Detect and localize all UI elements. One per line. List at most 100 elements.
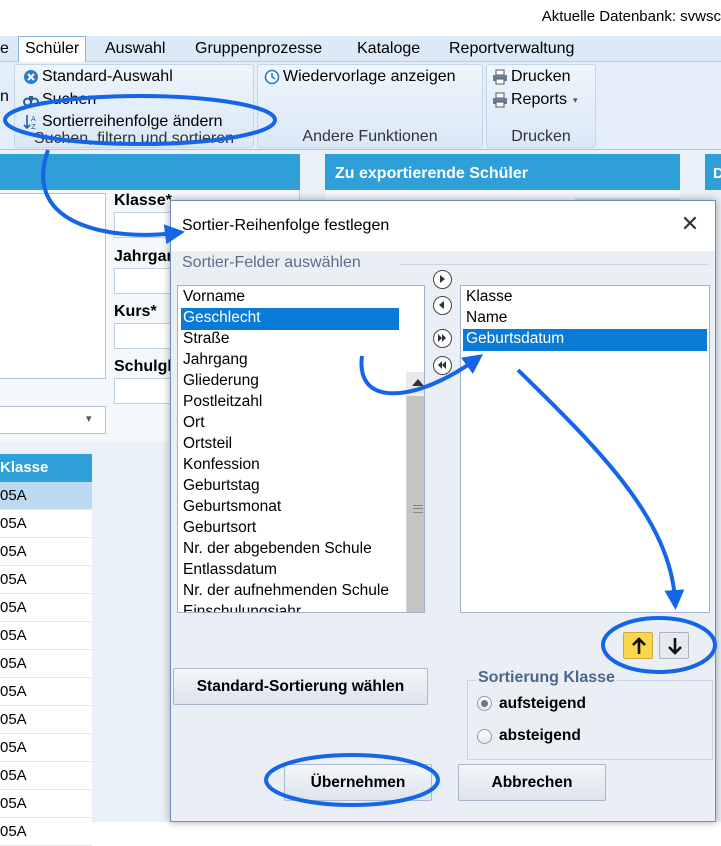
list-item[interactable]: Nr. der aufnehmenden Schule — [181, 581, 391, 602]
list-item[interactable]: Einschulungsjahr — [181, 602, 303, 612]
menu-item-auswahl[interactable]: Auswahl — [105, 40, 165, 58]
menu-item-partial[interactable]: e — [0, 40, 9, 58]
reports-button[interactable]: Reports ▾ — [492, 91, 578, 109]
list-item[interactable]: Konfession — [181, 455, 262, 476]
ribbon-left-edge-text: n — [0, 88, 9, 105]
printer-icon — [492, 69, 508, 85]
standard-auswahl-button[interactable]: Standard-Auswahl — [23, 68, 173, 86]
suchen-button[interactable]: Suchen — [23, 91, 96, 109]
list-item[interactable]: Ort — [181, 413, 207, 434]
apply-button[interactable]: Übernehmen — [284, 764, 432, 801]
remove-field-button[interactable] — [433, 296, 452, 315]
list-item[interactable]: Postleitzahl — [181, 392, 264, 413]
list-item[interactable]: Straße — [181, 329, 232, 350]
add-all-fields-button[interactable] — [433, 329, 452, 348]
list-item[interactable]: Geburtsdatum — [464, 329, 566, 350]
arrow-right-icon — [440, 275, 445, 283]
export-panel-title: Zu exportierende Schüler — [335, 165, 528, 182]
list-item[interactable]: Nr. der abgebenden Schule — [181, 539, 374, 560]
table-row[interactable]: 05A — [0, 706, 92, 734]
drucken-button[interactable]: Drucken — [492, 68, 571, 86]
list-item[interactable]: Entlassdatum — [181, 560, 279, 581]
table-row[interactable]: 05A — [0, 762, 92, 790]
table-row[interactable]: 05A — [0, 678, 92, 706]
field-klasse[interactable] — [114, 212, 174, 238]
dialog-title-bar: Sortier-Reihenfolge festlegen ✕ — [171, 201, 715, 251]
table-row[interactable]: 05A — [0, 650, 92, 678]
available-fields-list[interactable]: Vorname Geschlecht Straße Jahrgang Gliederun… — [177, 285, 425, 613]
move-down-button[interactable] — [659, 632, 689, 659]
background-list-box[interactable] — [0, 193, 106, 379]
dropdown-arrow-icon: ▾ — [573, 94, 578, 105]
field-jahrgang[interactable] — [114, 268, 174, 294]
printer-icon — [492, 92, 508, 108]
menu-item-reportverwaltung[interactable]: Reportverwaltung — [449, 40, 574, 58]
list-item[interactable]: Jahrgang — [181, 350, 250, 371]
menu-item-kataloge[interactable]: Kataloge — [357, 40, 420, 58]
list-item[interactable]: Vorname — [181, 287, 247, 308]
right-panel-title: D — [713, 165, 721, 182]
radio-ascending[interactable] — [477, 696, 492, 711]
table-row[interactable]: 05A — [0, 734, 92, 762]
standard-sort-button[interactable]: Standard-Sortierung wählen — [173, 668, 428, 705]
list-item[interactable]: Geburtsmonat — [181, 497, 283, 518]
menu-item-schueler[interactable]: Schüler — [18, 36, 87, 63]
list-item[interactable]: Name — [464, 308, 509, 329]
binoculars-icon — [23, 92, 39, 108]
chevron-down-icon: ▾ — [86, 413, 92, 425]
table-row[interactable]: 05A — [0, 594, 92, 622]
label-kurs: Kurs* — [114, 303, 157, 320]
list-item[interactable]: Ortsteil — [181, 434, 234, 455]
move-up-button[interactable] — [623, 632, 653, 659]
add-field-button[interactable] — [433, 270, 452, 289]
ribbon-group-search: Standard-Auswahl Suchen AZ Sortierreihen… — [14, 64, 254, 148]
dialog-title: Sortier-Reihenfolge festlegen — [182, 217, 390, 234]
radio-descending-label[interactable]: absteigend — [499, 727, 581, 745]
wiedervorlage-button[interactable]: Wiedervorlage anzeigen — [264, 68, 456, 86]
field-schulgl[interactable] — [114, 378, 174, 404]
table-row[interactable]: 05A — [0, 622, 92, 650]
scroll-up-button[interactable] — [406, 372, 424, 394]
cancel-button[interactable]: Abbrechen — [458, 764, 606, 801]
window-title-bar: Aktuelle Datenbank: svwsc — [0, 0, 721, 36]
chosen-fields-list[interactable]: Klasse Name Geburtsdatum — [460, 285, 710, 613]
remove-all-fields-button[interactable] — [433, 356, 452, 375]
table-header-klasse[interactable]: Klasse — [0, 454, 92, 482]
radio-ascending-label[interactable]: aufsteigend — [499, 695, 586, 713]
arrow-up-icon — [632, 637, 646, 654]
label-klasse: Klasse* — [114, 192, 172, 209]
label-jahrgang: Jahrgar — [114, 248, 173, 265]
table-row[interactable]: 05A — [0, 566, 92, 594]
table-row[interactable]: 05A — [0, 538, 92, 566]
radio-descending[interactable] — [477, 729, 492, 744]
clear-filter-icon — [23, 69, 39, 85]
scroll-grip-line — [413, 508, 423, 509]
sort-az-icon: AZ — [23, 114, 39, 131]
field-kurs[interactable] — [114, 323, 174, 349]
close-icon[interactable]: ✕ — [677, 212, 703, 238]
table-row[interactable]: 05A — [0, 818, 92, 846]
scroll-up-icon — [412, 379, 424, 386]
sort-fields-group-label: Sortier-Felder auswählen — [182, 254, 361, 271]
reminder-icon — [264, 69, 280, 85]
ribbon-group-label-search: Suchen, filtern und sortieren — [33, 130, 235, 147]
sortierreihenfolge-button[interactable]: AZ Sortierreihenfolge ändern — [23, 113, 223, 131]
table-row[interactable]: 05A — [0, 510, 92, 538]
list-item[interactable]: Geschlecht — [181, 308, 263, 329]
sort-direction-group-label: Sortierung Klasse — [476, 669, 617, 687]
table-row[interactable]: 05A — [0, 482, 92, 510]
list-item[interactable]: Geburtstag — [181, 476, 262, 497]
list-item[interactable]: Klasse — [464, 287, 515, 308]
ribbon-group-print: Drucken Reports ▾ Drucken — [486, 64, 596, 148]
arrow-down-icon — [668, 638, 682, 655]
svg-text:Z: Z — [31, 123, 36, 130]
arrow-left-icon — [439, 301, 444, 309]
menu-bar: e Schüler Auswahl Gruppenprozesse Katalo… — [0, 36, 721, 63]
list-item[interactable]: Geburtsort — [181, 518, 258, 539]
list-item[interactable]: Gliederung — [181, 371, 261, 392]
svg-text:A: A — [31, 115, 36, 123]
table-row[interactable]: 05A — [0, 790, 92, 818]
sort-direction-group — [467, 680, 713, 760]
menu-item-gruppenprozesse[interactable]: Gruppenprozesse — [195, 40, 322, 58]
sortierreihenfolge-label: Sortierreihenfolge ändern — [42, 113, 223, 130]
